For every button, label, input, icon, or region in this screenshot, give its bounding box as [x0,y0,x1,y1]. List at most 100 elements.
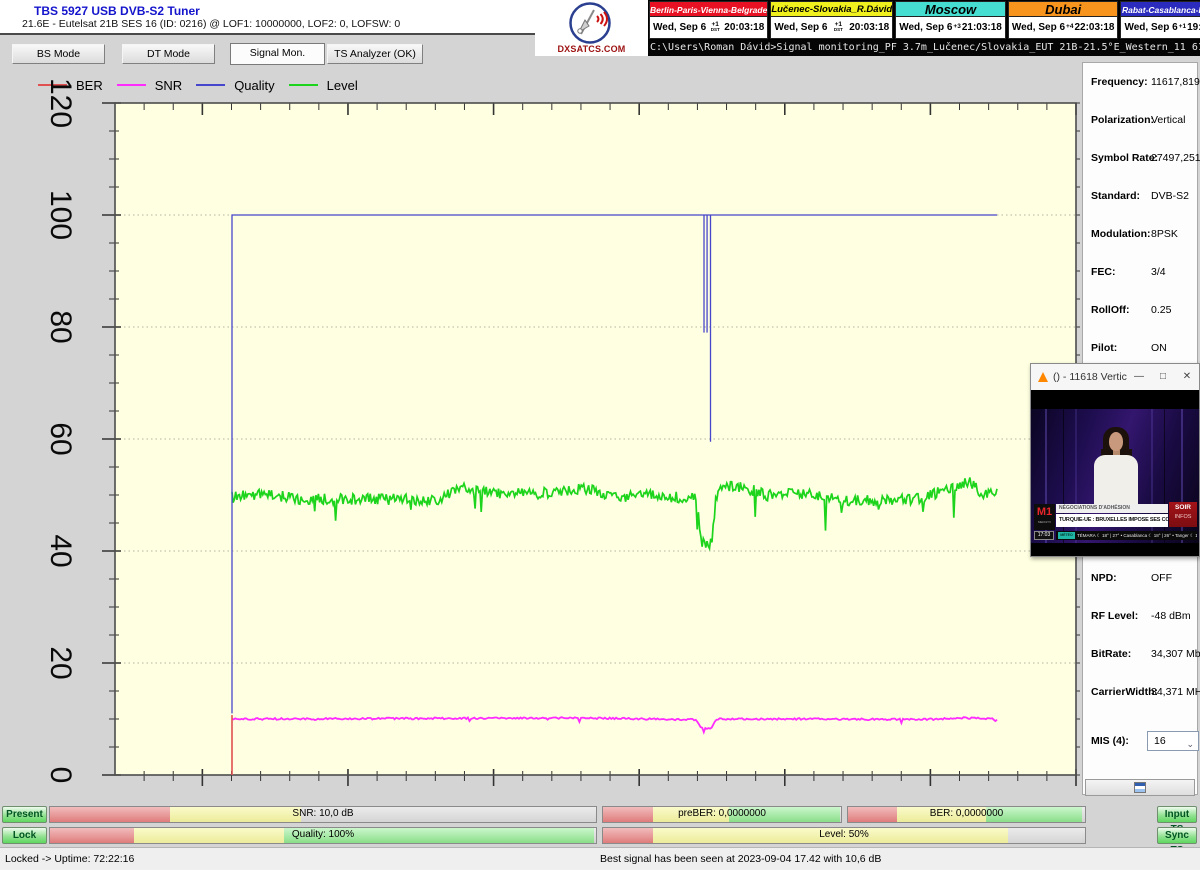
tab-signal-mon[interactable]: Signal Mon. [230,43,325,65]
clock-date: Wed, Sep 6 [899,22,952,33]
param-row-4: Modulation:8PSK [1091,228,1195,242]
clock-city: Rabat-Casablanca-London [1120,1,1200,17]
news-kicker: NÉGOCIATIONS D'ADHÉSION [1056,504,1168,513]
clock-city: Dubai [1008,1,1119,17]
param-label: BitRate: [1091,648,1131,660]
clock-city: Moscow [895,1,1006,17]
mis-row: MIS (4): 16 ⌄ [1091,731,1195,751]
param-label: Standard: [1091,190,1140,202]
mis-dropdown[interactable]: 16 ⌄ [1147,731,1199,751]
param-value: -48 dBm [1151,610,1191,622]
stream-icon [1134,782,1146,793]
vlc-player-window[interactable]: () - 11618 Vertical ... — □ ✕ M1 [1030,363,1200,557]
param-value: ON [1151,342,1167,354]
param-value: 27497,251 KS/s [1151,152,1200,164]
presenter-face [1109,432,1123,451]
ber-bar: BER: 0,0000000 [847,806,1086,823]
dxsatcs-logo: DXSATCS.COM [535,0,648,56]
header-divider [0,33,535,35]
param-value: 8PSK [1151,228,1178,240]
y-tick-label: 100 [45,183,75,247]
tab-ts-analyzer[interactable]: TS Analyzer (OK) [327,44,423,64]
chevron-down-icon: ⌄ [1186,735,1194,753]
param-value: 3/4 [1151,266,1166,278]
param-label: CarrierWidth: [1091,686,1158,698]
world-clocks: Berlin-Paris-Vienna-Belgrade Wed, Sep 6 +1… [648,0,1200,40]
param-label: Polarization: [1091,114,1154,126]
vlc-titlebar[interactable]: () - 11618 Vertical ... — □ ✕ [1031,364,1199,390]
clock-time: 19:03:18 [1187,22,1200,33]
quality-bar: Quality: 100% [49,827,597,844]
param-row-1: Polarization:Vertical [1091,114,1195,128]
ticker-badge: MÉTÉO [1058,532,1075,539]
sync-ts-indicator: Sync TS [1157,827,1197,844]
present-indicator: Present [2,806,47,823]
param-label: RF Level: [1091,610,1138,622]
clock-utc-offset: +1DST [711,23,720,32]
clock-2: MoscowWed, Sep 6+321:03:18 [895,1,1006,39]
tab-bs-mode[interactable]: BS Mode [12,44,105,64]
presenter-shirt [1094,455,1138,507]
param-value: DVB-S2 [1151,190,1189,202]
param2-row-2: BitRate:34,307 Mbit/s [1091,648,1195,662]
clock-time: 22:03:18 [1074,22,1114,33]
capture-settings-button[interactable] [1085,779,1195,796]
y-tick-label: 20 [45,631,75,695]
bar-label: SNR: 10,0 dB [50,808,596,819]
param2-row-0: NPD:OFF [1091,572,1195,586]
param2-row-3: CarrierWidth:34,371 MHz [1091,686,1195,700]
param-label: Modulation: [1091,228,1150,240]
param-label: RollOff: [1091,304,1130,316]
param-label: Frequency: [1091,76,1148,88]
param-value: 34,371 MHz [1151,686,1200,698]
param-label: Symbol Rate: [1091,152,1158,164]
param-label: FEC: [1091,266,1116,278]
satellite-dish-icon [569,2,611,44]
broadcast-time: 17:03 [1034,531,1054,540]
y-tick-label: 0 [45,743,75,807]
bar-label: preBER: 0,0000000 [603,808,841,819]
tab-dt-mode[interactable]: DT Mode [122,44,215,64]
lock-indicator: Lock [2,827,47,844]
clock-time-row: Wed, Sep 6+1DST20:03:18 [649,17,768,39]
clock-utc-offset: +1DST [834,23,843,32]
mis-value: 16 [1154,735,1166,747]
param-row-7: Pilot:ON [1091,342,1195,356]
param-row-0: Frequency:11617,819 MHz [1091,76,1195,90]
param-value: 34,307 Mbit/s [1151,648,1200,660]
clock-utc-offset: +3 [953,25,960,30]
param-row-5: FEC: 3/4 [1091,266,1195,280]
minimize-button[interactable]: — [1127,364,1151,390]
soir-infos-badge: SOIR INFOS [1169,502,1197,527]
bar-label: Level: 50% [603,829,1085,840]
clock-date: Wed, Sep 6 [1012,22,1065,33]
param2-row-1: RF Level: -48 dBm [1091,610,1195,624]
input-ts-indicator: Input TS [1157,806,1197,823]
channel-logo: M1 MEDI1TV [1034,504,1055,530]
clock-utc-offset: +1 [1179,25,1186,30]
clock-city: Berlin-Paris-Vienna-Belgrade [649,1,768,17]
snr-bar: SNR: 10,0 dB [49,806,597,823]
param-value: Vertical [1151,114,1185,126]
vlc-window-title: () - 11618 Vertical ... [1053,371,1127,383]
plot-area [0,70,1080,800]
clock-city: Lučenec-Slovakia_R.Dávid [770,1,893,17]
best-signal-status: Best signal has been seen at 2023-09-04 … [600,853,881,865]
vlc-video-area: M1 MEDI1TV NÉGOCIATIONS D'ADHÉSION TURQU… [1031,390,1199,556]
mis-label: MIS (4): [1091,735,1129,747]
maximize-button[interactable]: □ [1151,364,1175,390]
close-button[interactable]: ✕ [1175,364,1199,390]
vlc-cone-icon [1038,372,1048,382]
news-headline: TURQUIE-UE : BRUXELLES IMPOSE SES CONDIT… [1056,514,1168,527]
y-tick-label: 40 [45,519,75,583]
param-label: NPD: [1091,572,1117,584]
param-value: 11617,819 MHz [1151,76,1200,88]
bar-label: BER: 0,0000000 [848,808,1085,819]
param-value: 0.25 [1151,304,1171,316]
clock-time-row: Wed, Sep 6+321:03:18 [895,17,1006,39]
status-bar: Locked -> Uptime: 72:22:16 Best signal h… [0,847,1200,870]
y-tick-label: 120 [45,71,75,135]
clock-date: Wed, Sep 6 [653,22,706,33]
param-row-3: Standard: DVB-S2 [1091,190,1195,204]
preber-bar: preBER: 0,0000000 [602,806,842,823]
